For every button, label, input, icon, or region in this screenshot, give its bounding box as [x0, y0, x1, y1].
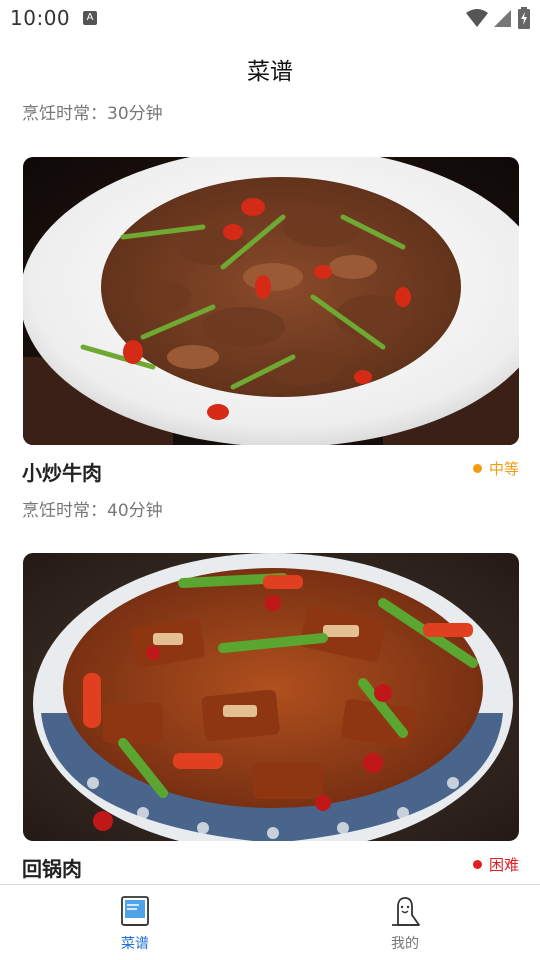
wifi-icon: [466, 9, 488, 27]
battery-icon: [518, 7, 530, 29]
status-time: 10:00: [10, 6, 71, 30]
page-title: 菜谱: [247, 59, 293, 85]
difficulty-label: 中等: [488, 460, 519, 478]
difficulty-badge: 中等: [472, 458, 519, 479]
difficulty-dot-icon: [472, 860, 482, 869]
recipe-book-icon: [121, 896, 149, 926]
status-icons: [466, 7, 530, 29]
tab-recipes[interactable]: 菜谱: [0, 885, 270, 960]
recipe-name: 回锅肉: [22, 857, 82, 881]
tab-label: 菜谱: [121, 936, 149, 952]
profile-icon: [392, 897, 420, 926]
signal-icon: [494, 10, 511, 27]
recipe-card-stir-fried-beef[interactable]: 小炒牛肉 中等 烹饪时常：40分钟: [22, 157, 519, 521]
difficulty-badge: 困难: [472, 854, 519, 875]
twice-cooked-pork-photo: [23, 553, 519, 841]
status-bar: 10:00 A: [0, 0, 540, 36]
recipe-list[interactable]: 烹饪时常：30分钟 小炒牛肉 中等 烹饪时常：40分钟 回锅肉 困难: [0, 88, 540, 884]
tab-profile[interactable]: 我的: [270, 885, 540, 960]
notification-a-icon: A: [83, 11, 97, 25]
cook-time: 烹饪时常：40分钟: [22, 501, 163, 521]
tab-label: 我的: [391, 936, 419, 952]
difficulty-label: 困难: [488, 856, 519, 874]
recipe-name: 小炒牛肉: [22, 461, 102, 485]
stir-fried-beef-photo: [23, 157, 519, 445]
bottom-tab-bar: 菜谱 我的: [0, 884, 540, 960]
difficulty-dot-icon: [472, 464, 482, 473]
cook-time-partial: 烹饪时常：30分钟: [22, 104, 163, 124]
recipe-card-twice-cooked-pork[interactable]: 回锅肉 困难: [22, 553, 519, 881]
